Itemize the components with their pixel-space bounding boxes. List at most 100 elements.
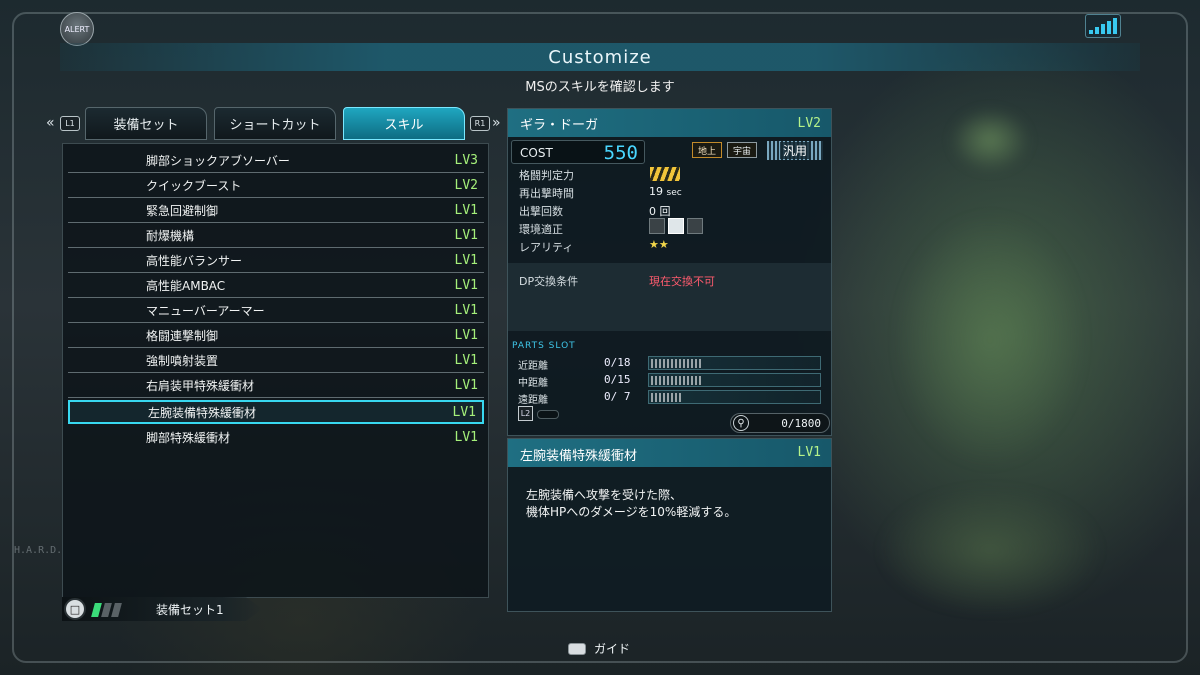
skill-detail-panel: 左腕装備特殊緩衝材 LV1 左腕装備へ攻撃を受けた際、 機体HPへのダメージを1… [507, 438, 832, 612]
skill-row[interactable]: マニューバーアーマー LV1 [68, 299, 484, 323]
terrain-rank-icon [649, 218, 705, 235]
loadout-indicator [91, 603, 122, 617]
skill-row[interactable]: 脚部ショックアブソーバー LV3 [68, 149, 484, 173]
dp-label: DP交換条件 [519, 275, 579, 288]
parts-row: 遠距離 0/ 7 [512, 389, 822, 406]
skill-name: 高性能バランサー [146, 254, 243, 268]
skill-level: LV1 [454, 353, 478, 368]
skill-detail-description: 左腕装備へ攻撃を受けた際、 機体HPへのダメージを10%軽減する。 [526, 488, 737, 519]
parts-range-label: 中距離 [518, 378, 548, 389]
skill-level: LV1 [454, 378, 478, 393]
parts-capacity-value: 0/1800 [781, 417, 821, 430]
parts-range-value: 0/18 [604, 356, 631, 369]
skill-name: 脚部ショックアブソーバー [146, 154, 290, 168]
parts-row: 中距離 0/15 [512, 372, 822, 389]
skill-row[interactable]: 右肩装甲特殊緩衝材 LV1 [68, 374, 484, 398]
parts-range-value: 0/15 [604, 373, 631, 386]
parts-gauge [648, 373, 821, 387]
env-ground-tag: 地上 [692, 142, 722, 158]
skill-name: 強制噴射装置 [146, 354, 219, 368]
skill-level: LV1 [454, 228, 478, 243]
guide-hint[interactable]: ガイド [568, 640, 630, 657]
skill-row[interactable]: クイックブースト LV2 [68, 174, 484, 198]
skill-level: LV1 [454, 429, 478, 445]
skill-name: 左腕装備特殊緩衝材 [148, 405, 257, 420]
chevron-left-icon: « [46, 115, 55, 131]
stat-label: 環境適正 [519, 223, 563, 236]
skill-name: マニューバーアーマー [146, 304, 265, 318]
stat-value: 19 sec [649, 185, 682, 198]
ms-name: ギラ・ドーガ [520, 117, 599, 133]
tab-shortcut[interactable]: ショートカット [214, 107, 336, 140]
parts-gauge [648, 390, 821, 404]
skill-level: LV1 [454, 303, 478, 318]
l2-button-icon[interactable]: L2 [518, 406, 533, 421]
signal-strength-icon [1085, 14, 1121, 38]
skill-name: 緊急回避制御 [146, 204, 219, 218]
skill-name: 耐爆機構 [146, 229, 195, 243]
skill-level: LV1 [454, 278, 478, 293]
skill-detail-level: LV1 [797, 445, 821, 460]
parts-range-value: 0/ 7 [604, 390, 631, 403]
skill-name: 脚部特殊緩衝材 [146, 430, 231, 445]
square-button-icon[interactable]: □ [64, 598, 86, 620]
skill-level: LV1 [454, 253, 478, 268]
stat-value: 0 回 [649, 205, 671, 218]
rarity-stars: ★★ [649, 238, 669, 251]
parts-range-label: 遠距離 [518, 395, 548, 406]
wrench-icon: ⚲ [733, 415, 749, 431]
guide-label: ガイド [594, 642, 631, 656]
page-title: Customize [548, 46, 652, 68]
parts-capacity: ⚲ 0/1800 [730, 413, 830, 433]
parts-slot-title: PARTS SLOT [512, 341, 576, 351]
skill-row[interactable]: 格闘連撃制御 LV1 [68, 324, 484, 348]
page-dots-icon [537, 410, 559, 419]
tab-skill[interactable]: スキル [343, 107, 465, 140]
cost-label: COST [520, 146, 553, 160]
skill-row[interactable]: 耐爆機構 LV1 [68, 224, 484, 248]
ms-level: LV2 [797, 115, 821, 131]
respawn-time: 19 [649, 185, 663, 198]
parts-range-label: 近距離 [518, 361, 548, 372]
parts-row: 近距離 0/18 [512, 355, 822, 372]
skill-level: LV3 [454, 153, 478, 168]
stat-label: レアリティ [519, 241, 574, 254]
alert-icon: ALERT [60, 12, 94, 46]
page-subtitle: MSのスキルを確認します [525, 80, 675, 95]
skill-level: LV1 [454, 328, 478, 343]
skill-row-selected[interactable]: 左腕装備特殊緩衝材 LV1 [68, 400, 484, 424]
skill-row[interactable]: 緊急回避制御 LV1 [68, 199, 484, 223]
respawn-unit: sec [666, 188, 682, 198]
cost-value: 550 [603, 142, 638, 164]
skill-name: クイックブースト [146, 179, 242, 193]
melee-rank-icon [650, 167, 680, 181]
touchpad-icon [568, 642, 586, 655]
parts-gauge [648, 356, 821, 370]
stat-label: 格闘判定力 [519, 169, 574, 182]
skill-level: LV1 [452, 404, 476, 420]
skill-level: LV2 [454, 178, 478, 193]
side-vertical-label: H.A.R.D. [14, 545, 63, 556]
l1-button-icon[interactable]: L1 [60, 116, 80, 131]
skill-row[interactable]: 脚部特殊緩衝材 LV1 [68, 425, 484, 449]
chevron-right-icon: » [492, 115, 501, 131]
skill-list-panel: 脚部ショックアブソーバー LV3 クイックブースト LV2 緊急回避制御 LV1… [62, 143, 489, 598]
loadout-label: 装備セット1 [156, 603, 224, 617]
skill-level: LV1 [454, 203, 478, 218]
dp-value: 現在交換不可 [649, 275, 715, 288]
skill-row[interactable]: 高性能バランサー LV1 [68, 249, 484, 273]
skill-detail-name: 左腕装備特殊緩衝材 [520, 449, 638, 464]
skill-row[interactable]: 強制噴射装置 LV1 [68, 349, 484, 373]
r1-button-icon[interactable]: R1 [470, 116, 490, 131]
title-bar: Customize [60, 43, 1140, 71]
skill-name: 高性能AMBAC [146, 279, 226, 293]
stat-label: 再出撃時間 [519, 187, 574, 200]
stat-label: 出撃回数 [519, 205, 563, 218]
skill-name: 右肩装甲特殊緩衝材 [146, 379, 255, 393]
cost-box: COST 550 [511, 140, 645, 164]
skill-row[interactable]: 高性能AMBAC LV1 [68, 274, 484, 298]
skill-detail-header: 左腕装備特殊緩衝材 LV1 [508, 439, 831, 467]
ms-type-tag: 汎用 [767, 141, 823, 160]
tab-equipment-set[interactable]: 装備セット [85, 107, 207, 140]
env-space-tag: 宇宙 [727, 142, 757, 158]
